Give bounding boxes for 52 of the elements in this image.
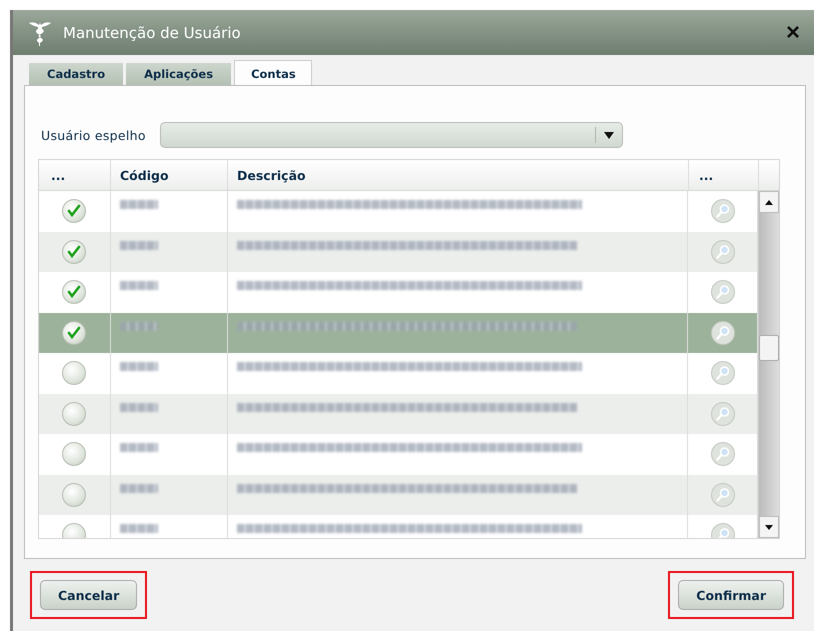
table-row[interactable]: [39, 394, 758, 434]
check-icon: [67, 326, 82, 340]
scroll-thumb[interactable]: [759, 335, 779, 361]
search-icon[interactable]: [710, 442, 735, 466]
redacted-text: [120, 524, 158, 533]
check-toggle[interactable]: [62, 280, 86, 304]
check-toggle[interactable]: [62, 320, 86, 345]
check-icon: [67, 204, 82, 218]
redacted-text: [120, 281, 158, 290]
caret-icon: [594, 127, 614, 143]
field-label: Usuário espelho: [41, 128, 146, 142]
vertical-scrollbar[interactable]: [758, 191, 779, 538]
column-header: ...: [689, 160, 759, 190]
column-header: Código: [111, 160, 228, 190]
dropdown-field[interactable]: [160, 122, 623, 148]
check-toggle[interactable]: [62, 442, 86, 466]
tab[interactable]: Contas: [234, 60, 312, 87]
scroll-down-button[interactable]: [759, 516, 779, 538]
close-button[interactable]: ×: [780, 20, 806, 44]
check-toggle[interactable]: [62, 199, 86, 224]
check-toggle[interactable]: [62, 240, 86, 264]
scroll-up-button[interactable]: [759, 191, 779, 213]
redacted-text: [120, 322, 158, 330]
search-icon[interactable]: [710, 199, 735, 224]
redacted-text: [120, 240, 158, 250]
tab[interactable]: Cadastro: [29, 63, 124, 85]
table-row[interactable]: [39, 312, 758, 353]
action-button[interactable]: Confirmar: [678, 580, 784, 610]
check-toggle[interactable]: [62, 482, 86, 507]
window-title: Manutenção de Usuário: [63, 24, 242, 42]
search-icon[interactable]: [710, 482, 735, 507]
column-header: ...: [39, 160, 111, 190]
search-icon[interactable]: [710, 280, 735, 304]
up-arrow-icon: [765, 200, 774, 204]
redacted-text: [120, 200, 158, 209]
redacted-text: [120, 362, 158, 371]
redacted-text: [120, 402, 158, 412]
tab[interactable]: Aplicações: [126, 63, 232, 85]
action-button[interactable]: Cancelar: [40, 580, 138, 610]
search-icon[interactable]: [710, 361, 735, 386]
search-icon[interactable]: [710, 402, 735, 426]
column-header: Descrição: [228, 160, 689, 190]
down-arrow-icon: [765, 524, 774, 530]
check-toggle[interactable]: [62, 402, 86, 426]
search-icon[interactable]: [710, 240, 735, 264]
check-icon: [67, 285, 82, 300]
table-row[interactable]: [39, 232, 758, 272]
redacted-text: [120, 443, 158, 452]
check-icon: [67, 244, 82, 259]
redacted-text: [120, 484, 158, 492]
search-icon[interactable]: [710, 320, 735, 345]
check-toggle[interactable]: [62, 361, 86, 386]
